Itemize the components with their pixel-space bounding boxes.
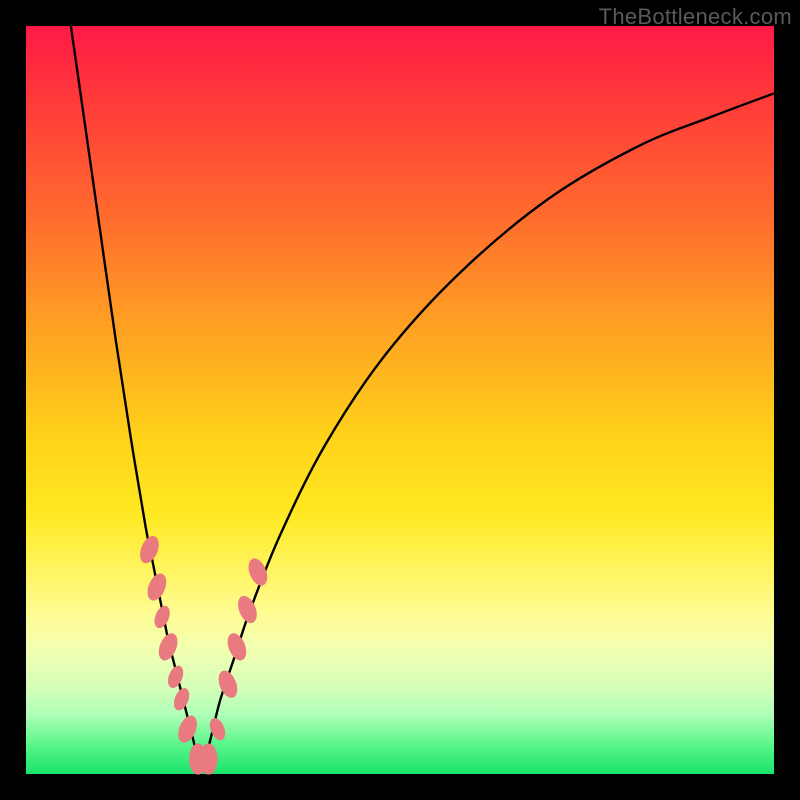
highlighted-point — [165, 663, 186, 690]
watermark-text: TheBottleneck.com — [599, 4, 792, 30]
curve-right — [206, 93, 774, 759]
highlighted-point — [171, 686, 192, 713]
curve-svg — [26, 26, 774, 774]
highlighted-point — [155, 630, 181, 663]
highlighted-point — [224, 630, 250, 663]
highlighted-point — [245, 556, 271, 589]
highlighted-point — [215, 668, 241, 701]
plot-area — [26, 26, 774, 774]
highlighted-point — [234, 593, 260, 626]
highlighted-point — [175, 713, 201, 746]
highlighted-points-group — [136, 533, 270, 774]
curve-left — [71, 26, 198, 759]
highlighted-point — [200, 743, 218, 774]
chart-frame: TheBottleneck.com — [0, 0, 800, 800]
highlighted-point — [136, 533, 162, 566]
highlighted-point — [151, 604, 172, 631]
highlighted-point — [144, 571, 170, 604]
